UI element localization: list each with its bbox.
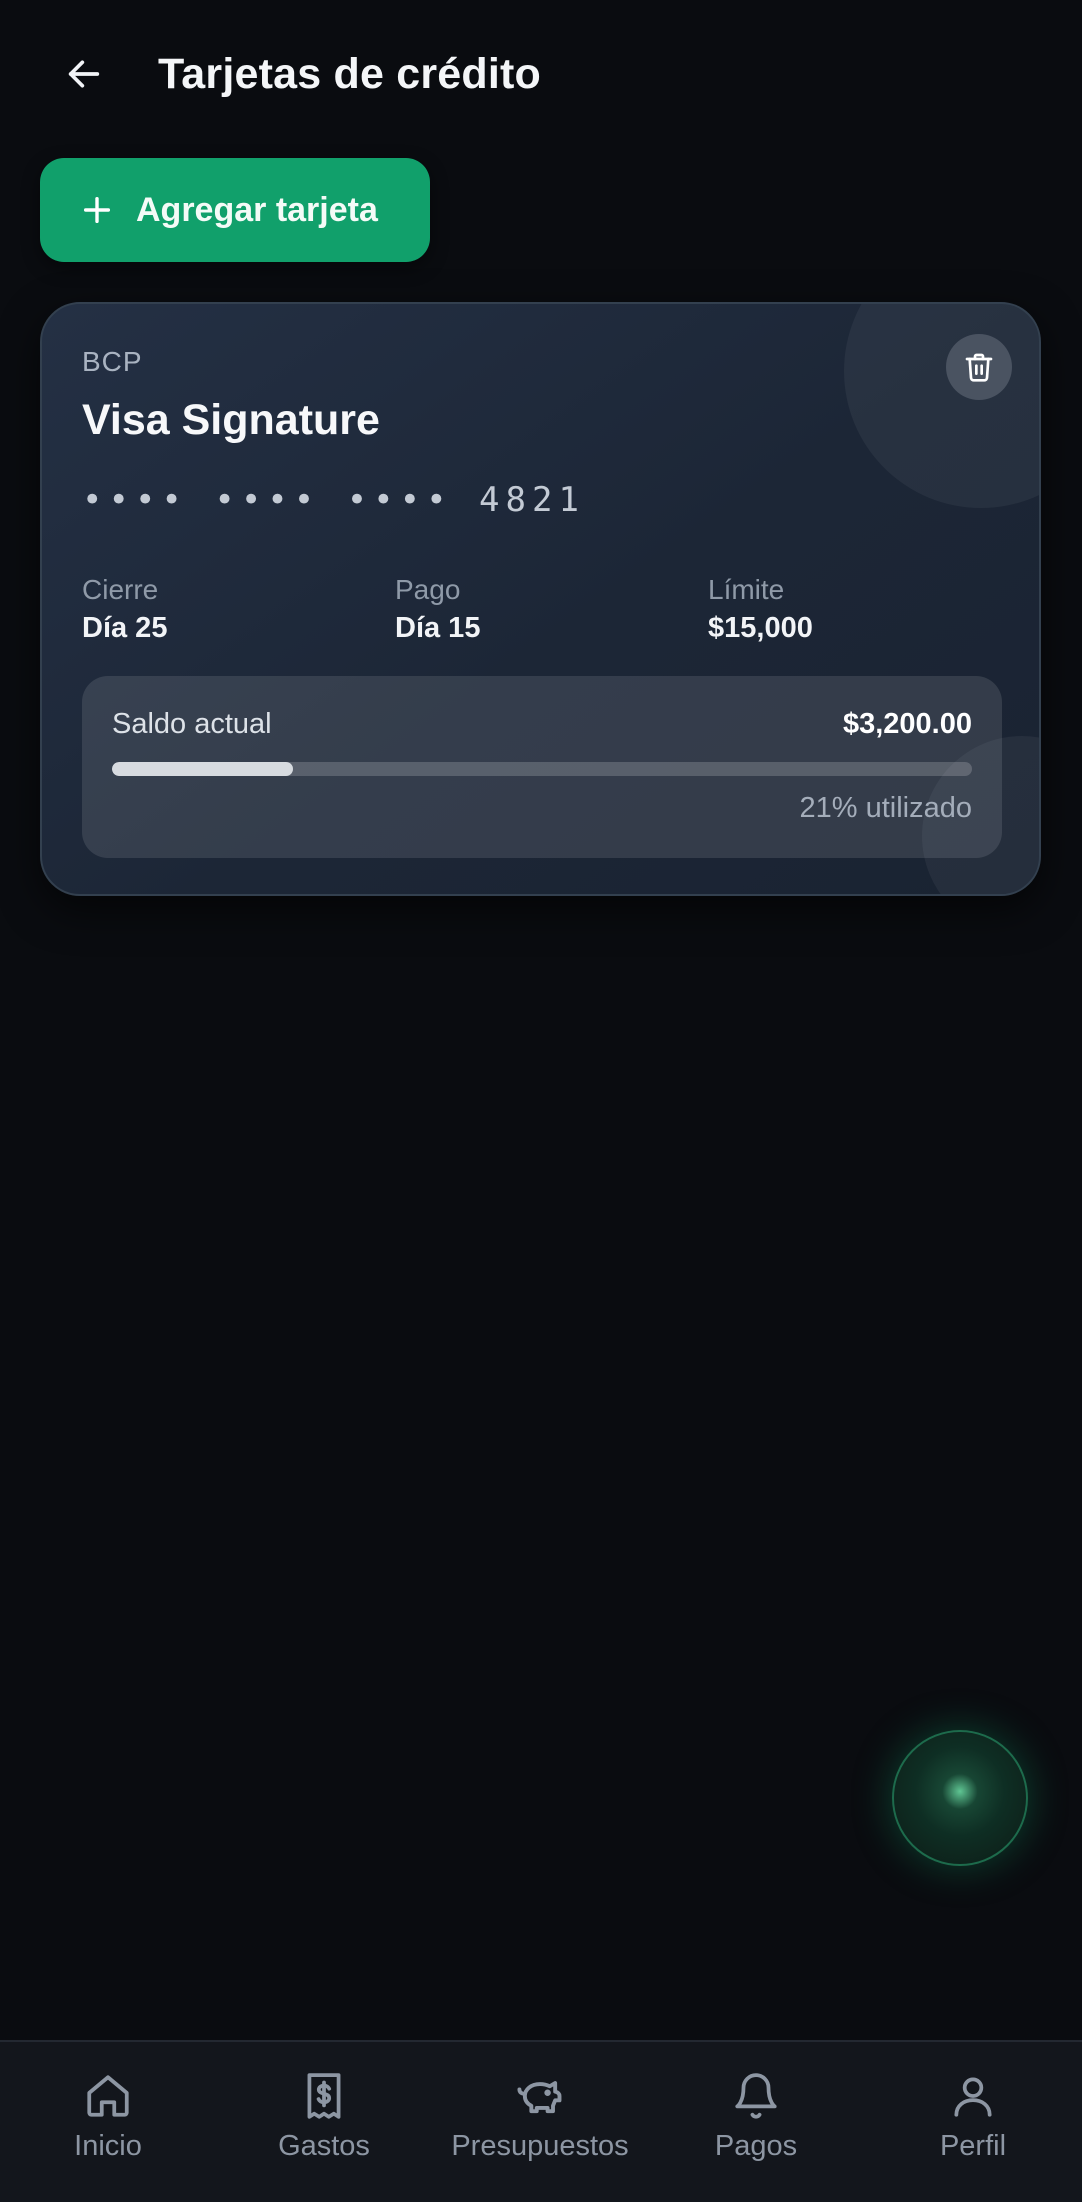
nav-item-inicio[interactable]: Inicio	[8, 2068, 208, 2163]
nav-item-pagos[interactable]: Pagos	[656, 2068, 856, 2163]
delete-card-button[interactable]	[946, 334, 1012, 400]
nav-label-presupuestos: Presupuestos	[451, 2130, 629, 2162]
user-icon	[954, 2077, 992, 2117]
trash-icon	[965, 353, 993, 382]
page-title: Tarjetas de crédito	[158, 50, 541, 98]
nav-item-presupuestos[interactable]: Presupuestos	[440, 2068, 640, 2163]
balance-label: Saldo actual	[112, 708, 272, 740]
credit-card[interactable]: BCP Visa Signature •••• •••• •••• 4821 C…	[40, 302, 1041, 896]
credit-cards-screen: Tarjetas de crédito Agregar tarjeta BCP …	[0, 0, 1082, 2202]
nav-label-perfil: Perfil	[939, 2130, 1007, 2162]
floating-action-button[interactable]	[892, 1730, 1028, 1866]
home-icon	[87, 2075, 129, 2117]
bottom-navigation: Inicio Gastos Presupuestos Pagos Perfil	[0, 2040, 1082, 2202]
closing-day: Cierre Día 25	[82, 572, 167, 648]
plus-icon	[83, 196, 111, 224]
nav-label-pagos: Pagos	[714, 2130, 798, 2162]
payment-value: Día 15	[395, 612, 481, 644]
limit-value: $15,000	[708, 612, 813, 644]
payment-label: Pago	[395, 574, 461, 605]
card-number: •••• •••• •••• 4821	[82, 480, 585, 520]
balance-amount: $3,200.00	[842, 708, 972, 740]
credit-limit: Límite $15,000	[708, 572, 813, 648]
closing-value: Día 25	[82, 612, 168, 644]
piggy-bank-icon	[517, 2081, 562, 2114]
nav-label-inicio: Inicio	[74, 2130, 142, 2162]
card-name: Visa Signature	[82, 396, 380, 444]
header: Tarjetas de crédito	[0, 0, 1082, 150]
card-decoration-circle	[844, 304, 1039, 508]
back-button[interactable]	[52, 42, 116, 106]
add-card-button[interactable]: Agregar tarjeta	[40, 158, 430, 262]
nav-item-gastos[interactable]: Gastos	[224, 2068, 424, 2163]
utilization-bar	[112, 762, 972, 776]
nav-item-perfil[interactable]: Perfil	[873, 2068, 1073, 2163]
utilization-bar-fill	[112, 762, 293, 776]
nav-label-gastos: Gastos	[278, 2130, 370, 2162]
balance-panel: Saldo actual $3,200.00 21% utilizado	[82, 676, 1002, 858]
payment-day: Pago Día 15	[395, 572, 480, 648]
add-card-label: Agregar tarjeta	[136, 190, 378, 229]
limit-label: Límite	[708, 574, 785, 605]
utilization-text: 21% utilizado	[799, 792, 973, 824]
receipt-icon	[307, 2073, 341, 2119]
bank-name: BCP	[82, 346, 143, 377]
closing-label: Cierre	[82, 574, 159, 605]
bell-icon	[735, 2073, 777, 2119]
arrow-left-icon	[68, 60, 100, 88]
